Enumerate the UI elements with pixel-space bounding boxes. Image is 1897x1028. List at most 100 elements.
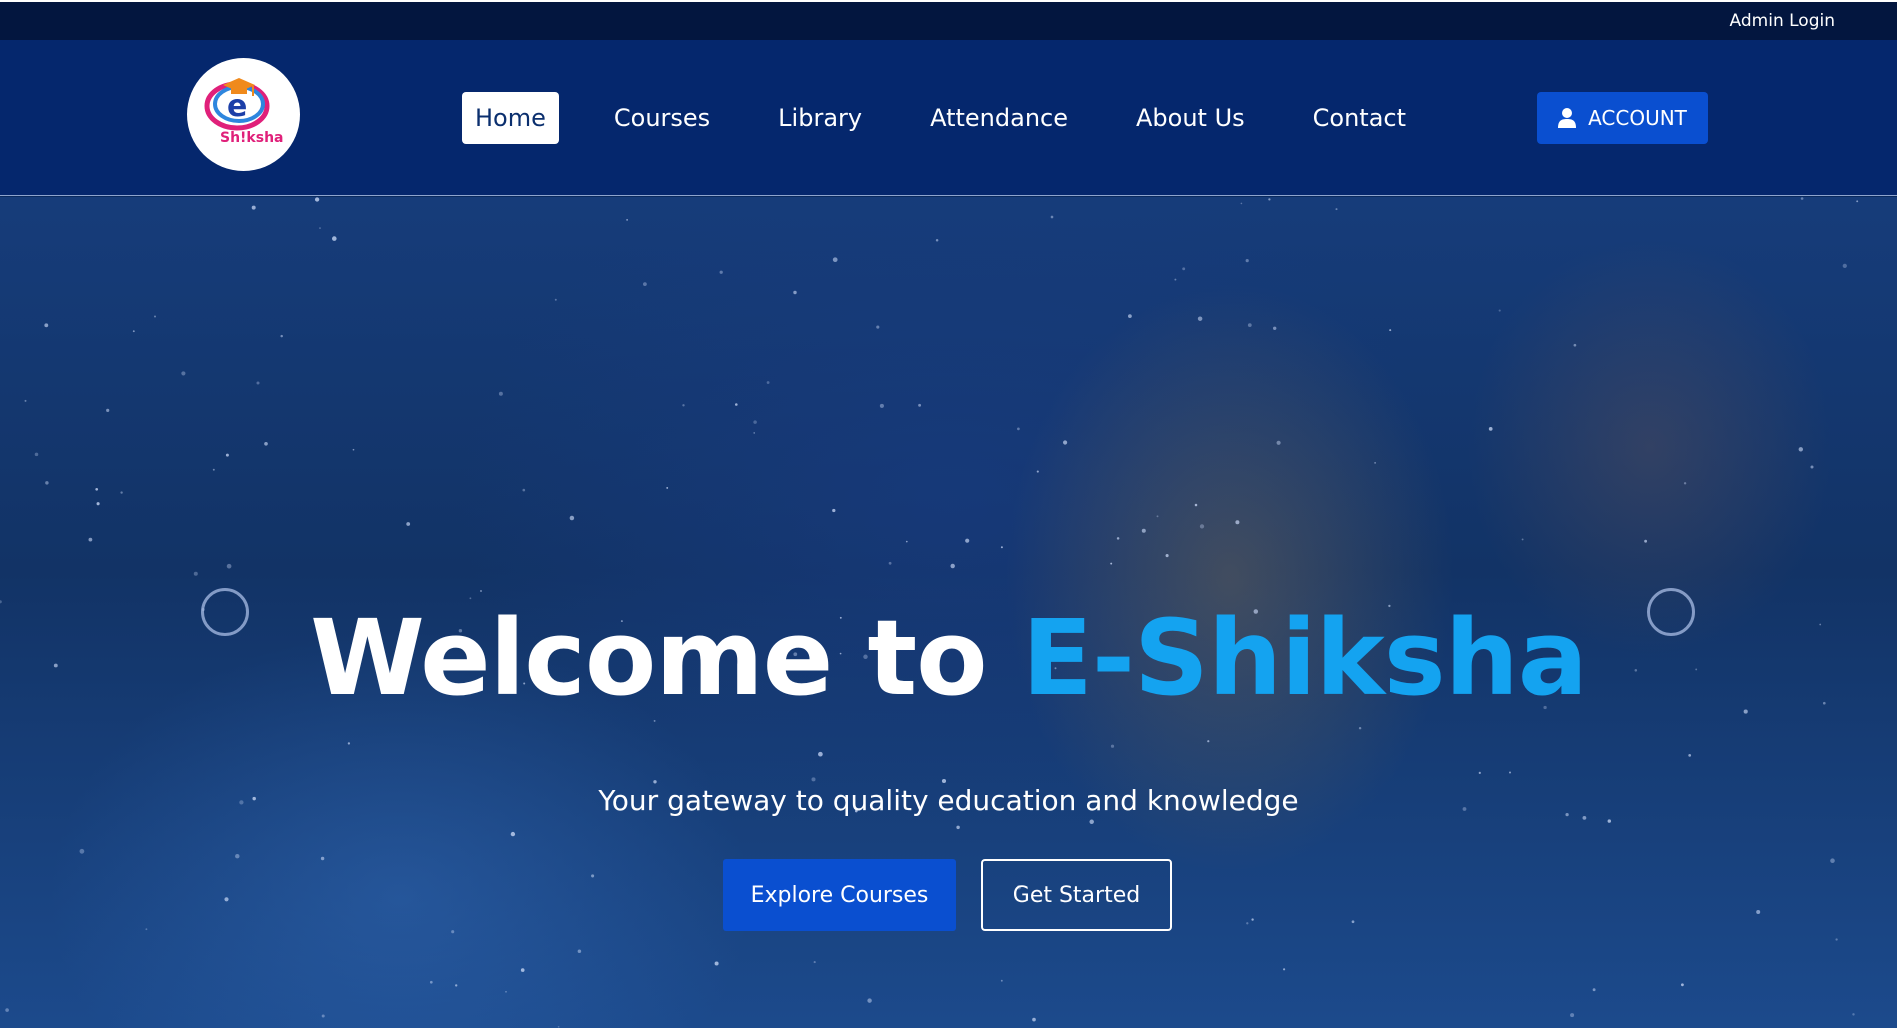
star <box>106 408 110 412</box>
star <box>1374 462 1376 464</box>
star <box>1573 343 1577 347</box>
account-button[interactable]: ACCOUNT <box>1537 92 1708 144</box>
star <box>320 856 325 861</box>
star <box>1000 979 1003 982</box>
star <box>753 432 755 434</box>
user-icon <box>1558 108 1577 128</box>
star <box>554 298 557 301</box>
hero-title-accent: E-Shiksha <box>1021 597 1588 719</box>
star <box>1335 208 1338 211</box>
logo-image: e Sh!ksha <box>204 78 284 146</box>
star <box>832 257 838 263</box>
star <box>643 282 647 286</box>
star <box>522 488 526 492</box>
hero-section: Welcome to E-Shiksha Your gateway to qua… <box>0 197 1897 1028</box>
hero-title: Welcome to E-Shiksha <box>0 593 1897 723</box>
star <box>45 481 49 485</box>
page: Admin Login e Sh!ksha Home Courses Libra… <box>0 0 1897 1028</box>
star <box>876 325 880 329</box>
svg-text:Sh!ksha: Sh!ksha <box>220 130 284 146</box>
hero-title-prefix: Welcome to <box>310 597 988 719</box>
get-started-button[interactable]: Get Started <box>981 859 1172 931</box>
star <box>280 334 283 338</box>
star <box>79 848 85 854</box>
star <box>1478 771 1481 775</box>
star <box>766 381 770 384</box>
star <box>735 403 738 406</box>
star <box>1688 754 1692 757</box>
star <box>212 468 215 471</box>
star <box>918 403 922 407</box>
star <box>1570 1013 1575 1018</box>
star <box>905 540 908 543</box>
star <box>1509 771 1511 774</box>
star <box>1683 482 1687 485</box>
star <box>120 491 123 494</box>
star <box>1358 726 1362 730</box>
nav-courses[interactable]: Courses <box>601 92 723 144</box>
star <box>1276 440 1281 445</box>
star <box>319 227 321 230</box>
star <box>1194 503 1198 507</box>
star <box>1207 740 1210 743</box>
star <box>193 571 198 576</box>
star <box>626 219 628 221</box>
admin-login-link[interactable]: Admin Login <box>1730 11 1835 31</box>
top-bar: Admin Login <box>0 0 1897 40</box>
star <box>505 990 507 993</box>
star <box>1521 538 1524 541</box>
star <box>965 538 970 543</box>
star <box>1830 858 1835 863</box>
star <box>753 420 757 424</box>
site-header: e Sh!ksha Home Courses Library Attendanc… <box>0 40 1897 196</box>
star <box>935 238 939 242</box>
nav-about-us[interactable]: About Us <box>1123 92 1258 144</box>
star <box>1273 326 1277 330</box>
star <box>1156 515 1159 518</box>
star <box>1165 554 1169 558</box>
star <box>321 1014 325 1018</box>
star <box>95 487 99 491</box>
star <box>352 448 355 451</box>
e-shiksha-logo[interactable]: e Sh!ksha <box>187 58 300 171</box>
nav-contact[interactable]: Contact <box>1300 92 1419 144</box>
star <box>867 998 872 1003</box>
star <box>793 290 797 295</box>
star <box>577 949 582 954</box>
star <box>1141 528 1146 533</box>
star <box>181 371 186 376</box>
star <box>96 502 100 506</box>
star <box>498 391 503 396</box>
star <box>1268 198 1271 201</box>
star <box>1199 524 1205 529</box>
star <box>1063 440 1068 445</box>
star <box>153 315 157 318</box>
star <box>1182 267 1186 271</box>
star <box>1251 918 1254 921</box>
star <box>1174 278 1177 281</box>
star <box>1128 314 1132 318</box>
star <box>1197 316 1203 321</box>
star <box>1116 537 1120 540</box>
star <box>1852 1013 1855 1016</box>
explore-courses-button[interactable]: Explore Courses <box>723 859 956 931</box>
star <box>256 381 260 385</box>
star <box>1110 562 1113 565</box>
star <box>34 452 39 457</box>
star <box>1283 968 1286 971</box>
star <box>520 968 525 972</box>
star <box>714 961 719 966</box>
star <box>1680 983 1684 987</box>
star <box>24 399 27 402</box>
star <box>510 831 516 837</box>
star <box>832 508 836 513</box>
nav-library[interactable]: Library <box>765 92 875 144</box>
nav-attendance[interactable]: Attendance <box>917 92 1081 144</box>
star <box>557 1025 560 1028</box>
star <box>332 236 337 241</box>
account-label: ACCOUNT <box>1588 106 1687 130</box>
star <box>1856 200 1859 203</box>
nav-home[interactable]: Home <box>462 92 559 144</box>
star <box>813 961 816 964</box>
star <box>1592 988 1596 992</box>
